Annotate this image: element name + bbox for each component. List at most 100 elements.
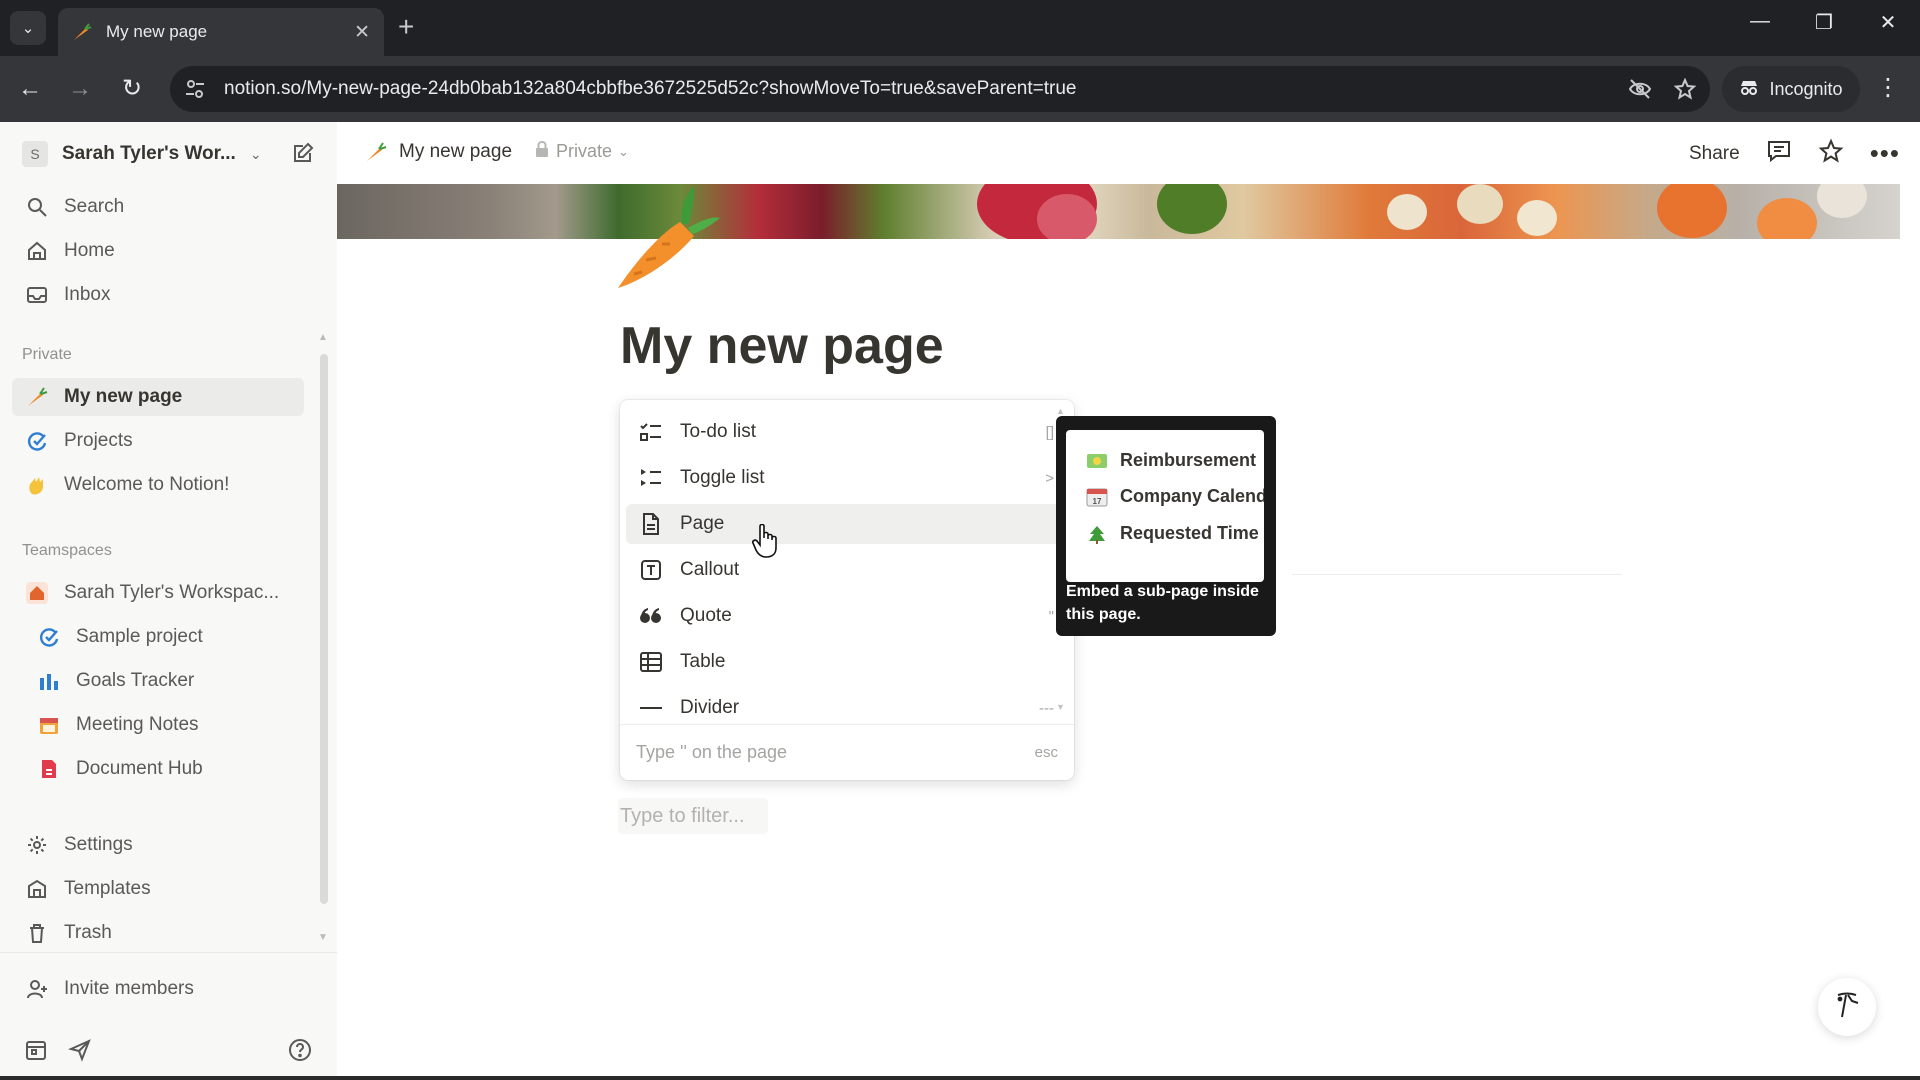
chevron-down-icon: ⌄: [249, 145, 262, 162]
workspace-switcher[interactable]: S Sarah Tyler's Wor... ⌄: [22, 138, 322, 170]
url-text[interactable]: notion.so/My-new-page-24db0bab132a804cbb…: [224, 78, 1606, 100]
invite-members-button[interactable]: Invite members: [12, 970, 304, 1008]
menu-item-table[interactable]: Table: [626, 642, 1068, 682]
menu-scroll-down-arrow[interactable]: ▼: [1056, 702, 1065, 712]
page-icon-carrot[interactable]: [610, 184, 720, 299]
sidebar-item-meeting-notes[interactable]: Meeting Notes: [12, 706, 304, 744]
page-title[interactable]: My new page: [620, 316, 944, 376]
sidebar-scrollbar[interactable]: [320, 354, 328, 904]
menu-item-todo-list[interactable]: To-do list []: [626, 412, 1068, 452]
menu-item-label: To-do list: [680, 421, 757, 442]
browser-menu-icon[interactable]: ⋮: [1876, 73, 1900, 102]
preview-row: Requested Time: [1086, 522, 1259, 544]
notion-ai-icon: [1832, 989, 1862, 1026]
table-icon: [638, 650, 664, 674]
notion-ai-button[interactable]: [1818, 978, 1876, 1036]
sidebar-home[interactable]: Home: [12, 232, 304, 270]
sidebar-item-teamspace[interactable]: Sarah Tyler's Workspac...: [12, 574, 304, 612]
sidebar-inbox[interactable]: Inbox: [12, 276, 304, 314]
sidebar-item-label: Templates: [64, 878, 151, 899]
sidebar-trash[interactable]: Trash: [12, 914, 304, 952]
sidebar-item-sample-project[interactable]: Sample project: [12, 618, 304, 656]
preview-row: 17 Company Calendar: [1086, 486, 1264, 507]
tab-search-button[interactable]: ⌄: [10, 11, 46, 45]
document-hub-icon: [36, 757, 62, 781]
lock-icon: [534, 140, 550, 163]
page-block-tooltip: Reimbursement 17 Company Calendar Reques…: [1056, 416, 1276, 636]
breadcrumb[interactable]: My new page Private ⌄: [365, 140, 629, 163]
teamspaces-section-label: Teamspaces: [22, 542, 112, 559]
minimize-button[interactable]: —: [1740, 10, 1780, 33]
eye-off-icon[interactable]: [1628, 78, 1652, 100]
palm-tree-icon: [1086, 522, 1110, 544]
trash-icon: [24, 921, 50, 945]
sidebar-item-label: Welcome to Notion!: [64, 474, 230, 495]
hand-pointer-cursor-icon: [752, 523, 778, 563]
send-icon[interactable]: [68, 1038, 92, 1062]
menu-item-divider[interactable]: Divider ---: [626, 688, 1068, 728]
sidebar-item-document-hub[interactable]: Document Hub: [12, 750, 304, 788]
page-topbar: My new page Private ⌄ Share •••: [337, 122, 1920, 184]
privacy-dropdown[interactable]: Private ⌄: [534, 140, 629, 163]
omnibox[interactable]: notion.so/My-new-page-24db0bab132a804cbb…: [170, 66, 1710, 112]
more-options-icon[interactable]: •••: [1870, 138, 1900, 169]
sidebar-item-label: Home: [64, 240, 115, 261]
share-button[interactable]: Share: [1689, 143, 1740, 165]
projects-icon: [24, 429, 50, 453]
carrot-icon: [24, 385, 50, 409]
menu-item-callout[interactable]: Callout: [626, 550, 1068, 590]
back-button[interactable]: ←: [14, 74, 46, 104]
breadcrumb-title[interactable]: My new page: [399, 141, 512, 163]
sidebar-item-label: Sample project: [76, 626, 203, 647]
help-icon[interactable]: [288, 1038, 312, 1062]
calendar-app-icon[interactable]: [24, 1038, 48, 1062]
sidebar-item-welcome[interactable]: Welcome to Notion!: [12, 466, 304, 504]
goals-icon: [36, 669, 62, 693]
menu-close-esc[interactable]: esc: [1035, 744, 1058, 761]
menu-item-toggle-list[interactable]: Toggle list >: [626, 458, 1068, 498]
chevron-down-icon: ⌄: [618, 143, 629, 159]
reload-button[interactable]: ↻: [116, 74, 148, 104]
browser-tab-bar: ⌄ My new page ✕ + — ❐ ✕: [0, 0, 1920, 56]
menu-item-quote[interactable]: Quote ": [626, 596, 1068, 636]
restore-button[interactable]: ❐: [1804, 10, 1844, 35]
browser-tab[interactable]: My new page ✕: [58, 8, 384, 56]
close-window-button[interactable]: ✕: [1868, 10, 1908, 35]
new-tab-button[interactable]: +: [398, 12, 414, 42]
forward-button[interactable]: →: [64, 74, 96, 104]
content-divider: [1292, 574, 1622, 575]
sidebar-search[interactable]: Search: [12, 188, 304, 226]
scroll-down-arrow[interactable]: ▼: [318, 932, 328, 943]
house-icon: [24, 581, 50, 605]
menu-item-shortcut: ---: [1039, 699, 1054, 717]
calendar-icon: [36, 713, 62, 737]
menu-footer: Type '' on the page esc: [620, 724, 1074, 780]
menu-item-label: Divider: [680, 697, 740, 718]
filter-input[interactable]: Type to filter...: [618, 798, 768, 834]
bookmark-star-icon[interactable]: [1674, 78, 1696, 100]
money-icon: [1086, 452, 1110, 470]
sidebar: S Sarah Tyler's Wor... ⌄ Search Home Inb…: [0, 122, 337, 1080]
sidebar-item-label: Trash: [64, 922, 112, 943]
sidebar-item-goals-tracker[interactable]: Goals Tracker: [12, 662, 304, 700]
workspace-name: Sarah Tyler's Wor...: [62, 143, 236, 164]
sidebar-item-my-new-page[interactable]: My new page: [12, 378, 304, 416]
sidebar-templates[interactable]: Templates: [12, 870, 304, 908]
comments-icon[interactable]: [1766, 138, 1792, 169]
calendar-icon: 17: [1086, 487, 1110, 507]
menu-item-page[interactable]: Page: [626, 504, 1068, 544]
toggle-list-icon: [638, 466, 664, 490]
sidebar-item-label: Goals Tracker: [76, 670, 195, 691]
sidebar-item-projects[interactable]: Projects: [12, 422, 304, 460]
divider-icon: [638, 696, 664, 720]
sidebar-settings[interactable]: Settings: [12, 826, 304, 864]
new-page-icon[interactable]: [290, 140, 316, 171]
sidebar-item-label: Search: [64, 196, 125, 217]
page-cover-image[interactable]: [337, 184, 1900, 239]
incognito-badge[interactable]: Incognito: [1722, 66, 1860, 112]
close-tab-icon[interactable]: ✕: [354, 21, 370, 44]
site-settings-icon[interactable]: [184, 78, 208, 100]
scroll-up-arrow[interactable]: ▲: [318, 332, 328, 343]
preview-row: Reimbursement: [1086, 450, 1256, 471]
favorite-star-icon[interactable]: [1818, 138, 1844, 169]
